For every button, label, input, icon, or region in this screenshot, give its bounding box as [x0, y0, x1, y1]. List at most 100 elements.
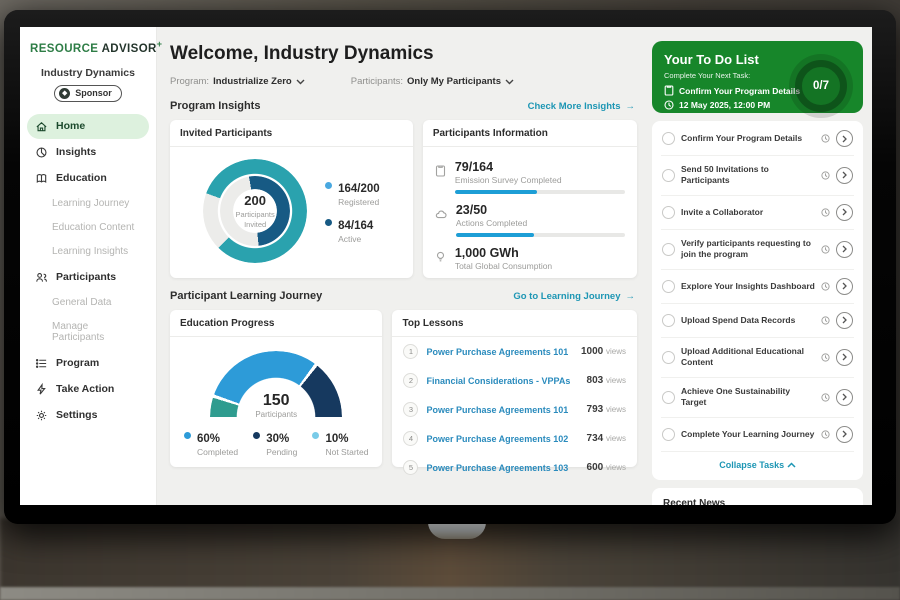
sidebar-item-take-action[interactable]: Take Action: [27, 377, 149, 402]
todo-task-list: Confirm Your Program Details Send 50 Inv…: [652, 121, 863, 480]
app-logo[interactable]: RESOURCE ADVISOR+: [30, 39, 149, 55]
program-filter-value: Industrialize Zero: [213, 76, 292, 87]
lesson-link[interactable]: Power Purchase Agreements 102: [426, 434, 578, 444]
task-label: Upload Spend Data Records: [681, 315, 815, 326]
stat-value: 1,000 GWh: [455, 246, 625, 260]
task-label: Upload Additional Educational Content: [681, 346, 815, 369]
logo-primary: RESOURCE: [30, 43, 98, 55]
todo-due-label: 12 May 2025, 12:00 PM: [679, 100, 770, 110]
stat-total-consumption: 1,000 GWh Total Global Consumption: [435, 241, 625, 275]
task-go-button[interactable]: [836, 241, 853, 258]
collapse-tasks-label: Collapse Tasks: [719, 460, 784, 470]
sidebar: RESOURCE ADVISOR+ Industry Dynamics ◆ Sp…: [20, 27, 157, 505]
sidebar-item-education[interactable]: Education: [27, 166, 149, 191]
task-label: Send 50 Invitations to Participants: [681, 164, 815, 187]
task-row-explore-insights[interactable]: Explore Your Insights Dashboard: [661, 270, 854, 304]
stat-value: 79/164: [455, 160, 625, 174]
stat-label: Emission Survey Completed: [455, 175, 625, 185]
task-go-button[interactable]: [836, 204, 853, 221]
task-row-upload-educational-content[interactable]: Upload Additional Educational Content: [661, 338, 854, 378]
lesson-views: 600: [587, 462, 604, 473]
task-row-complete-learning-journey[interactable]: Complete Your Learning Journey: [661, 418, 854, 452]
registered-label: Registered: [338, 197, 380, 207]
active-dot-icon: [325, 219, 332, 226]
legend-pending: 30% Pending: [253, 429, 297, 457]
settings-icon: [35, 409, 48, 422]
task-checkbox[interactable]: [662, 132, 675, 145]
program-filter-dropdown[interactable]: Program: Industrialize Zero: [170, 76, 305, 87]
task-row-invite-collaborator[interactable]: Invite a Collaborator: [661, 196, 854, 230]
task-checkbox[interactable]: [662, 351, 675, 364]
top-lessons-title: Top Lessons: [392, 310, 637, 337]
sidebar-item-education-content[interactable]: Education Content: [27, 216, 149, 240]
lesson-link[interactable]: Power Purchase Agreements 103: [426, 463, 578, 473]
task-row-verify-participants[interactable]: Verify participants requesting to join t…: [661, 230, 854, 270]
task-label: Achieve One Sustainability Target: [681, 386, 815, 409]
active-label: Active: [338, 234, 373, 244]
task-row-confirm-program[interactable]: Confirm Your Program Details: [661, 122, 854, 156]
learning-cards-row: Education Progress 150 Participants 60% …: [170, 310, 637, 467]
insights-cards-row: Invited Participants 200 Participants In…: [170, 120, 637, 278]
sponsor-badge[interactable]: ◆ Sponsor: [54, 85, 122, 102]
sidebar-item-settings[interactable]: Settings: [27, 403, 149, 428]
task-row-upload-spend-data[interactable]: Upload Spend Data Records: [661, 304, 854, 338]
sponsor-badge-label: Sponsor: [75, 88, 112, 98]
task-go-button[interactable]: [836, 312, 853, 329]
pending-label: Pending: [266, 447, 297, 457]
check-more-insights-link[interactable]: Check More Insights →: [528, 101, 635, 112]
views-suffix: views: [606, 434, 626, 443]
todo-progress-value: 0/7: [813, 80, 829, 92]
lesson-row: 1 Power Purchase Agreements 101 1000 vie…: [392, 337, 637, 366]
participants-icon: [35, 271, 48, 284]
clock-icon: [821, 353, 830, 362]
clock-icon: [821, 393, 830, 402]
invited-participants-card: Invited Participants 200 Participants In…: [170, 120, 413, 278]
participants-filter-dropdown[interactable]: Participants: Only My Participants: [351, 76, 514, 87]
task-checkbox[interactable]: [662, 314, 675, 327]
education-progress-gauge-chart: 150 Participants: [210, 351, 342, 417]
task-row-send-invitations[interactable]: Send 50 Invitations to Participants: [661, 156, 854, 196]
task-checkbox[interactable]: [662, 280, 675, 293]
sidebar-item-label: Participants: [56, 271, 116, 283]
sidebar-item-manage-participants[interactable]: Manage Participants: [27, 315, 149, 350]
sidebar-item-home[interactable]: Home: [27, 114, 149, 139]
sidebar-item-insights[interactable]: Insights: [27, 140, 149, 165]
top-lessons-card: Top Lessons 1 Power Purchase Agreements …: [392, 310, 637, 467]
task-go-button[interactable]: [836, 426, 853, 443]
lesson-link[interactable]: Power Purchase Agreements 101: [426, 405, 578, 415]
todo-summary-card: Your To Do List Complete Your Next Task:…: [652, 41, 863, 113]
task-checkbox[interactable]: [662, 391, 675, 404]
task-go-button[interactable]: [836, 278, 853, 295]
page-title: Welcome, Industry Dynamics: [170, 43, 637, 65]
lesson-link[interactable]: Financial Considerations - VPPAs: [426, 376, 578, 386]
clipboard-icon: [664, 85, 674, 96]
donut-center-value: 200: [244, 193, 266, 208]
sidebar-item-learning-journey[interactable]: Learning Journey: [27, 192, 149, 216]
sidebar-item-label: Insights: [56, 146, 96, 158]
task-checkbox[interactable]: [662, 169, 675, 182]
task-go-button[interactable]: [836, 167, 853, 184]
lesson-link[interactable]: Power Purchase Agreements 101: [426, 347, 572, 357]
program-filter-label: Program:: [170, 76, 209, 87]
task-row-achieve-target[interactable]: Achieve One Sustainability Target: [661, 378, 854, 418]
sidebar-item-participants[interactable]: Participants: [27, 265, 149, 290]
task-checkbox[interactable]: [662, 243, 675, 256]
task-checkbox[interactable]: [662, 206, 675, 219]
go-to-learning-journey-link[interactable]: Go to Learning Journey →: [513, 291, 635, 302]
not-started-value: 10%: [325, 433, 348, 445]
sidebar-item-program[interactable]: Program: [27, 351, 149, 376]
todo-panel: Your To Do List Complete Your Next Task:…: [649, 27, 872, 505]
legend-registered: 164/200 Registered: [325, 179, 380, 207]
sidebar-item-label: Education: [56, 172, 107, 184]
views-suffix: views: [606, 405, 626, 414]
pending-dot-icon: [253, 432, 260, 439]
lesson-rank: 2: [403, 373, 418, 388]
task-go-button[interactable]: [836, 349, 853, 366]
sidebar-item-learning-insights[interactable]: Learning Insights: [27, 240, 149, 264]
collapse-tasks-button[interactable]: Collapse Tasks: [661, 452, 854, 479]
sidebar-item-general-data[interactable]: General Data: [27, 291, 149, 315]
task-go-button[interactable]: [836, 389, 853, 406]
lesson-row: 2 Financial Considerations - VPPAs 803 v…: [392, 366, 637, 395]
task-checkbox[interactable]: [662, 428, 675, 441]
task-go-button[interactable]: [836, 130, 853, 147]
